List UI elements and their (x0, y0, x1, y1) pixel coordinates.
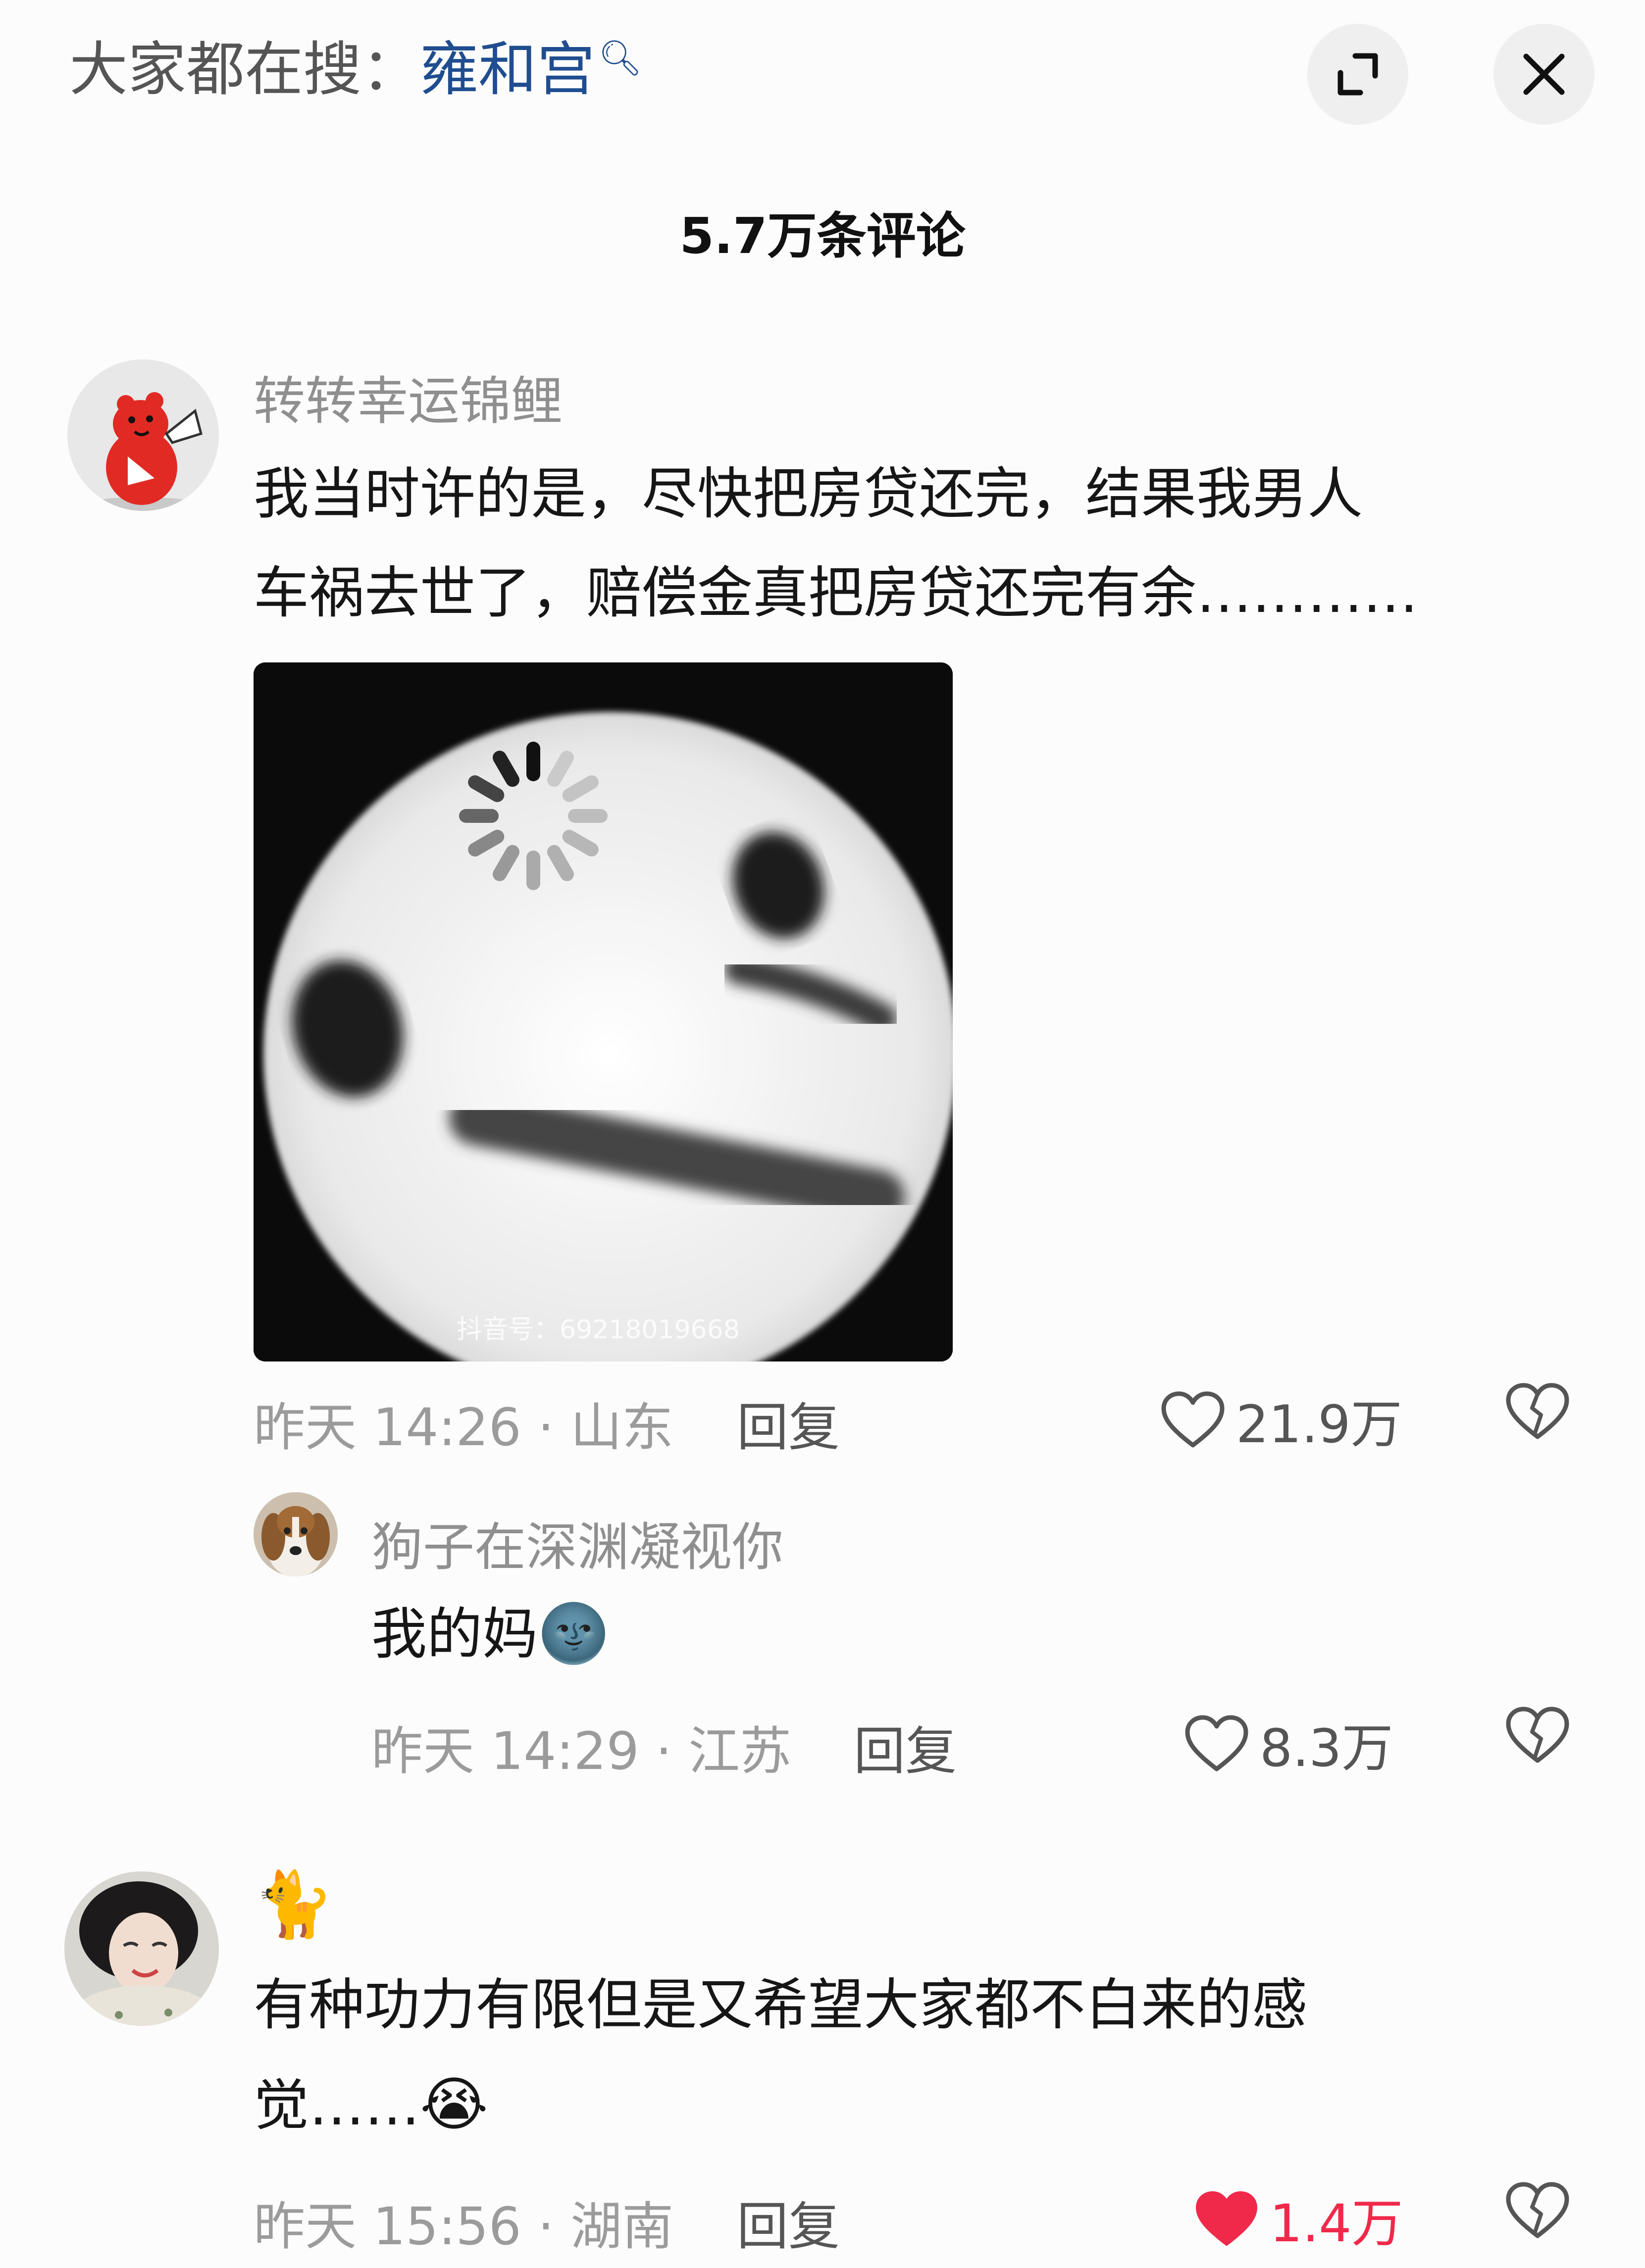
comment-username[interactable]: 转转幸运锦鲤 (254, 359, 563, 434)
new-moon-face-emoji: 🌚 (538, 1600, 610, 1667)
dislike-button[interactable] (1505, 1706, 1570, 1766)
comment-meta: 昨天 15:56 · 湖南 (254, 2196, 673, 2257)
search-keyword-link[interactable]: 雍和宫 (420, 35, 595, 103)
search-icon: 🔍︎ (598, 37, 642, 78)
comment-count-title: 5.7万条评论 (679, 207, 966, 265)
dislike-button[interactable] (1505, 1382, 1570, 1443)
close-button[interactable] (1493, 24, 1594, 125)
beagle-dog-avatar (254, 1492, 338, 1576)
reply-button[interactable]: 回复 (737, 1385, 840, 1460)
like-button[interactable]: 21.9万 (1161, 1382, 1402, 1457)
expand-button[interactable] (1307, 24, 1408, 125)
like-count: 21.9万 (1236, 1394, 1402, 1455)
avatar[interactable] (254, 1492, 338, 1576)
reply-text-content: 我的妈 (371, 1602, 538, 1666)
comment-text-content: 觉…… (254, 2073, 420, 2138)
like-count: 8.3万 (1260, 1718, 1393, 1778)
crying-face-emoji: 😭 (420, 2070, 488, 2138)
like-button[interactable]: 8.3万 (1184, 1706, 1393, 1781)
comment-text-line: 车祸去世了，赔偿金真把房贷还完有余………… (254, 561, 1418, 625)
avatar[interactable] (67, 359, 219, 511)
reply-button[interactable]: 回复 (854, 1709, 957, 1784)
close-icon (1523, 53, 1565, 95)
search-prefix: 大家都在搜： (69, 35, 420, 103)
avatar[interactable] (64, 1871, 219, 2026)
red-bear-megaphone-avatar (67, 359, 219, 511)
comment-text-line: 觉……😭 (254, 2055, 488, 2155)
reply-text: 我的妈🌚 (371, 1584, 609, 1684)
broken-heart-icon (1506, 2182, 1569, 2238)
like-count: 1.4万 (1270, 2193, 1403, 2254)
comment-meta: 昨天 14:26 · 山东 (254, 1397, 673, 1458)
image-watermark: 抖音号：69218019668 (457, 1315, 740, 1345)
heart-outline-icon (1185, 1715, 1248, 1771)
search-suggestion[interactable]: 大家都在搜：雍和宫🔍︎ (69, 35, 642, 105)
reply-button[interactable]: 回复 (737, 2184, 840, 2259)
broken-heart-icon (1506, 1383, 1569, 1439)
reply-username[interactable]: 狗子在深渊凝视你 (371, 1505, 783, 1580)
comment-username-cat-emoji[interactable]: 🐈 (254, 1866, 334, 1942)
comment-image-panda-meme[interactable]: 抖音号：69218019668 (254, 662, 953, 1361)
girl-photo-avatar (64, 1871, 219, 2026)
broken-heart-icon (1506, 1707, 1569, 1763)
expand-icon (1337, 53, 1378, 96)
heart-outline-icon (1161, 1391, 1225, 1447)
comment-text-line: 有种功力有限但是又希望大家都不白来的感 (254, 1973, 1307, 2037)
dislike-button[interactable] (1505, 2181, 1570, 2242)
comment-text-line: 我当时许的是，尽快把房贷还完，结果我男人 (254, 462, 1363, 526)
reply-meta: 昨天 14:29 · 江苏 (371, 1721, 791, 1781)
like-button[interactable]: 1.4万 (1194, 2181, 1403, 2256)
heart-filled-icon (1196, 2191, 1257, 2246)
